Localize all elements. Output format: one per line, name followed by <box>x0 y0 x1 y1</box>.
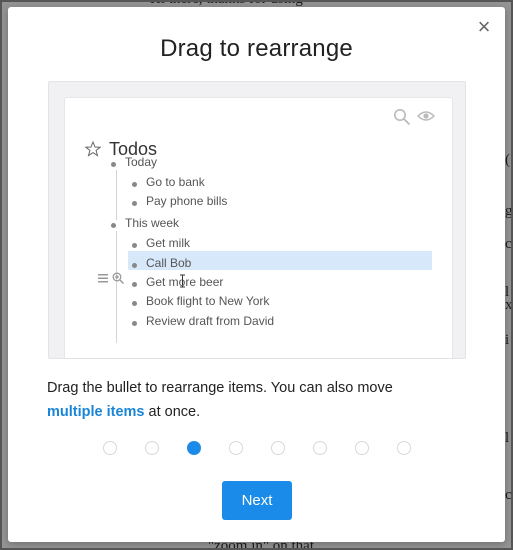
tree-guide-line <box>116 231 117 343</box>
outline-item-week: This week <box>125 216 180 230</box>
onboarding-modal: × Drag to rearrange Todos Today Go to ba… <box>8 7 505 542</box>
outline-item-draft: Review draft from David <box>146 314 275 328</box>
description-part2: at once. <box>144 404 201 420</box>
outline-item-bank: Go to bank <box>146 175 205 189</box>
outline-item-bob: Call Bob <box>146 256 192 270</box>
bullet[interactable] <box>132 321 137 326</box>
illustration-document: Todos Today Go to bank Pay phone bills T… <box>64 97 453 358</box>
bullet[interactable] <box>132 263 137 268</box>
pagination-dot-2[interactable] <box>145 441 159 455</box>
pagination-dot-3[interactable] <box>187 441 201 455</box>
bullet[interactable] <box>111 162 116 167</box>
bullet[interactable] <box>132 301 137 306</box>
description-text: Drag the bullet to rearrange items. You … <box>47 376 467 424</box>
modal-title: Drag to rearrange <box>160 35 353 62</box>
pagination-dot-6[interactable] <box>313 441 327 455</box>
pagination-dot-7[interactable] <box>355 441 369 455</box>
search-icon <box>394 109 411 126</box>
bullet[interactable] <box>111 223 116 228</box>
multiple-items-link[interactable]: multiple items <box>47 404 145 420</box>
pagination-dot-5[interactable] <box>271 441 285 455</box>
zoom-in-icon[interactable] <box>112 272 124 284</box>
next-button[interactable]: Next <box>222 481 292 520</box>
pagination-dot-1[interactable] <box>103 441 117 455</box>
outline-item-phone: Pay phone bills <box>146 194 228 208</box>
pagination-dot-4[interactable] <box>229 441 243 455</box>
tree-guide-line <box>116 170 117 220</box>
eye-icon <box>417 111 435 121</box>
illustration-panel: Todos Today Go to bank Pay phone bills T… <box>48 81 466 359</box>
star-icon <box>85 141 101 157</box>
outline-item-flight: Book flight to New York <box>146 294 270 308</box>
outline-item-milk: Get milk <box>146 236 191 250</box>
outline-item-beer: Get more beer <box>146 275 224 289</box>
drag-handle-icon[interactable] <box>98 274 108 283</box>
bullet[interactable] <box>132 201 137 206</box>
pagination-dot-8[interactable] <box>397 441 411 455</box>
bullet[interactable] <box>132 182 137 187</box>
bullet[interactable] <box>132 243 137 248</box>
description-part1: Drag the bullet to rearrange items. You … <box>47 380 393 396</box>
bullet[interactable] <box>132 282 137 287</box>
outline-item-today: Today <box>125 155 158 169</box>
